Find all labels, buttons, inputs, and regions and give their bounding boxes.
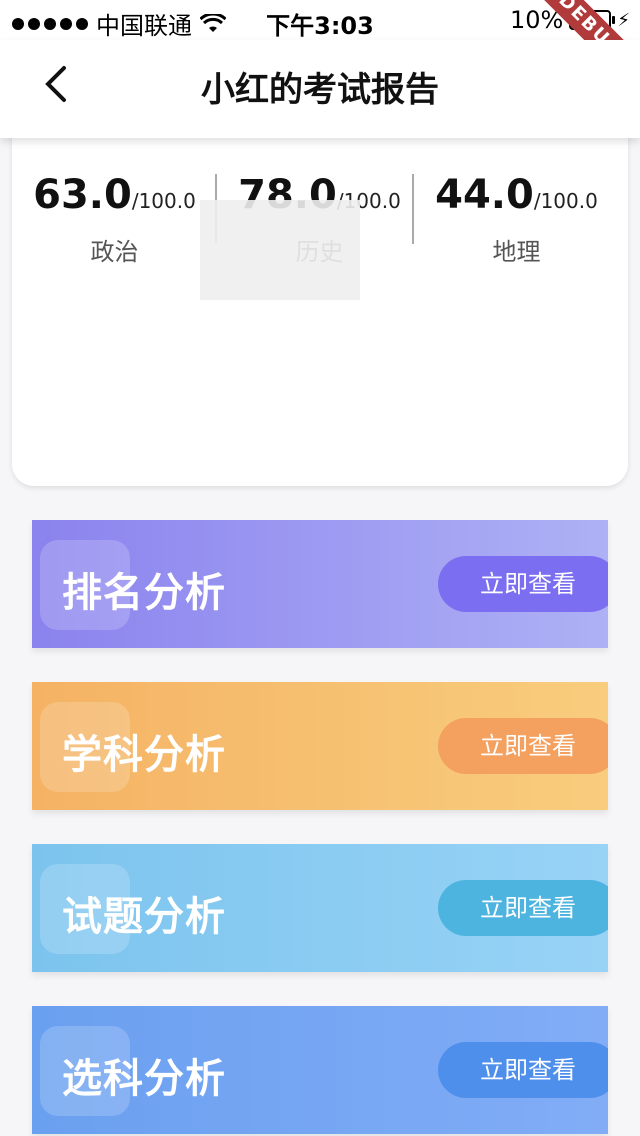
- score-card: 63.0/100.0 政治 78.0/100.0 历史 44.0/100.0 地…: [12, 132, 628, 486]
- card-label: 学科分析: [62, 732, 226, 778]
- score-total: /100.0: [131, 189, 196, 213]
- ranking-analysis-card[interactable]: 排名分析 立即查看: [32, 520, 608, 648]
- card-label: 试题分析: [62, 894, 226, 940]
- score-item-geography: 44.0/100.0 地理: [414, 172, 619, 267]
- card-label: 排名分析: [62, 570, 226, 616]
- score-total: /100.0: [533, 189, 598, 213]
- subject-label: 政治: [90, 238, 139, 266]
- score-value: 63.0: [33, 172, 132, 218]
- view-now-button[interactable]: 立即查看: [438, 556, 608, 612]
- image-placeholder: [200, 200, 360, 300]
- subject-label: 地理: [492, 238, 541, 266]
- charging-icon: ⚡: [617, 9, 630, 31]
- subject-analysis-card[interactable]: 学科分析 立即查看: [32, 682, 608, 810]
- card-label: 选科分析: [62, 1056, 226, 1102]
- course-selection-analysis-card[interactable]: 选科分析 立即查看: [32, 1006, 608, 1134]
- app-bar: 小红的考试报告: [0, 40, 640, 138]
- score-value: 44.0: [435, 172, 534, 218]
- score-item-politics: 63.0/100.0 政治: [12, 172, 217, 267]
- view-now-button[interactable]: 立即查看: [438, 718, 608, 774]
- view-now-button[interactable]: 立即查看: [438, 1042, 608, 1098]
- status-bar: 中国联通 下午3:03 10% ⚡ DEBUG: [0, 0, 640, 100]
- view-now-button[interactable]: 立即查看: [438, 880, 608, 936]
- question-analysis-card[interactable]: 试题分析 立即查看: [32, 844, 608, 972]
- page-title: 小红的考试报告: [201, 70, 439, 110]
